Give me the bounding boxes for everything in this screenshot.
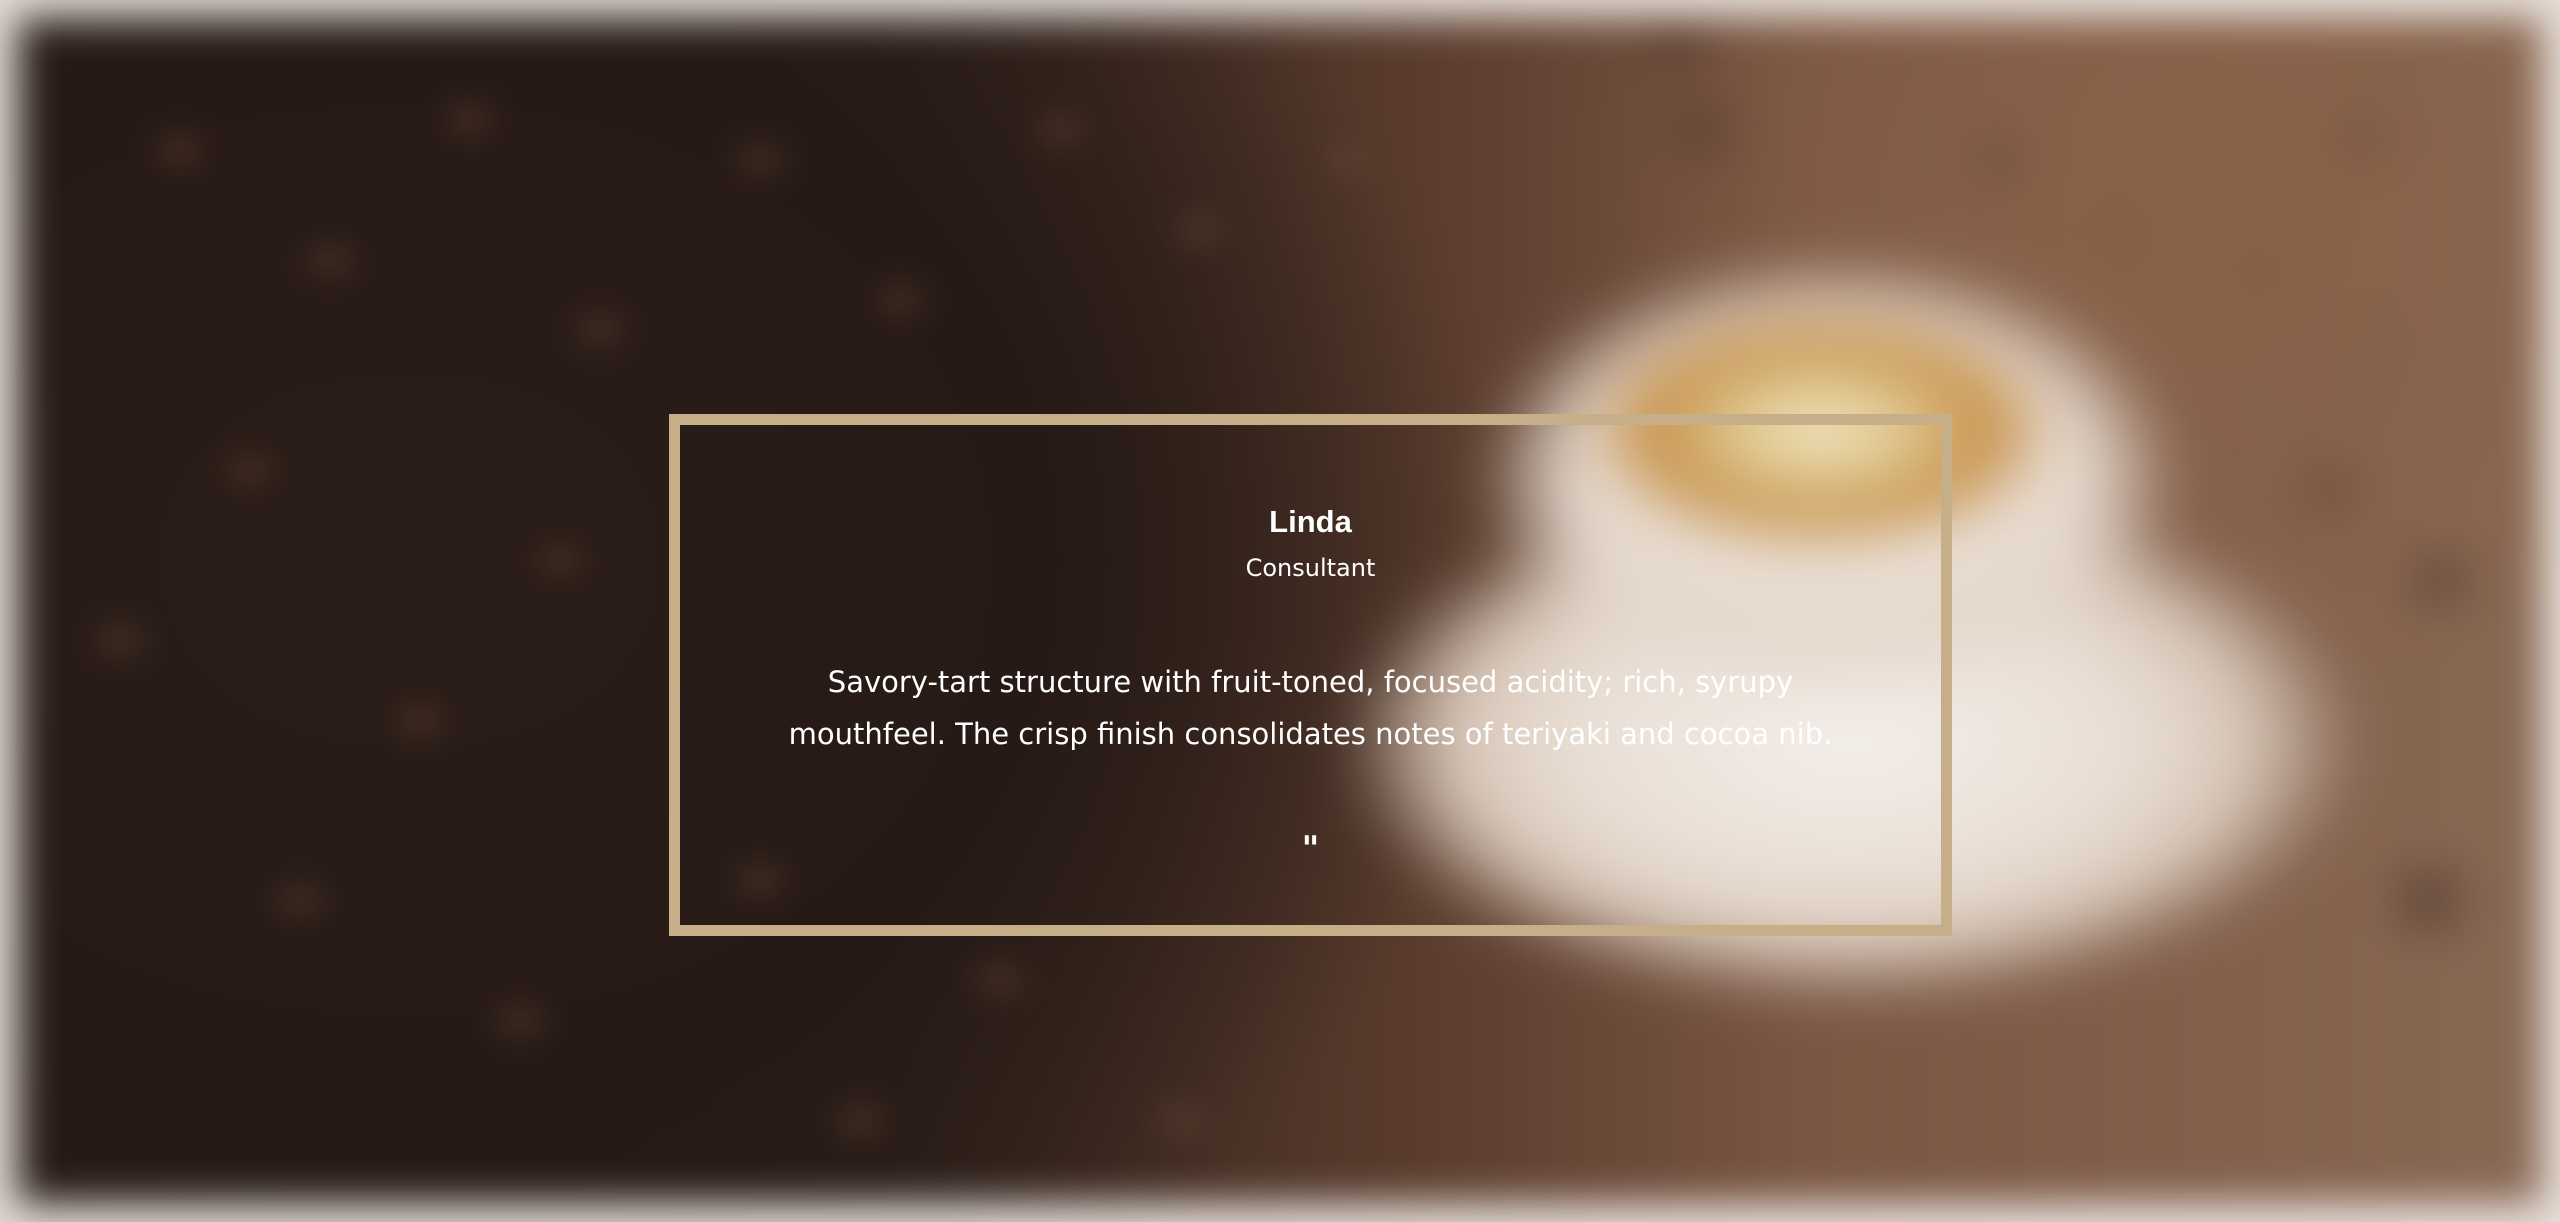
testimonial-card: Linda Consultant Savory-tart structure w… [669,414,1952,936]
testimonial-name: Linda [1269,504,1352,539]
testimonial-section: Linda Consultant Savory-tart structure w… [0,0,2560,1222]
quote-icon: " [1301,829,1320,869]
testimonial-quote: Savory-tart structure with fruit-toned, … [788,665,1833,751]
testimonial-role: Consultant [1245,554,1376,582]
